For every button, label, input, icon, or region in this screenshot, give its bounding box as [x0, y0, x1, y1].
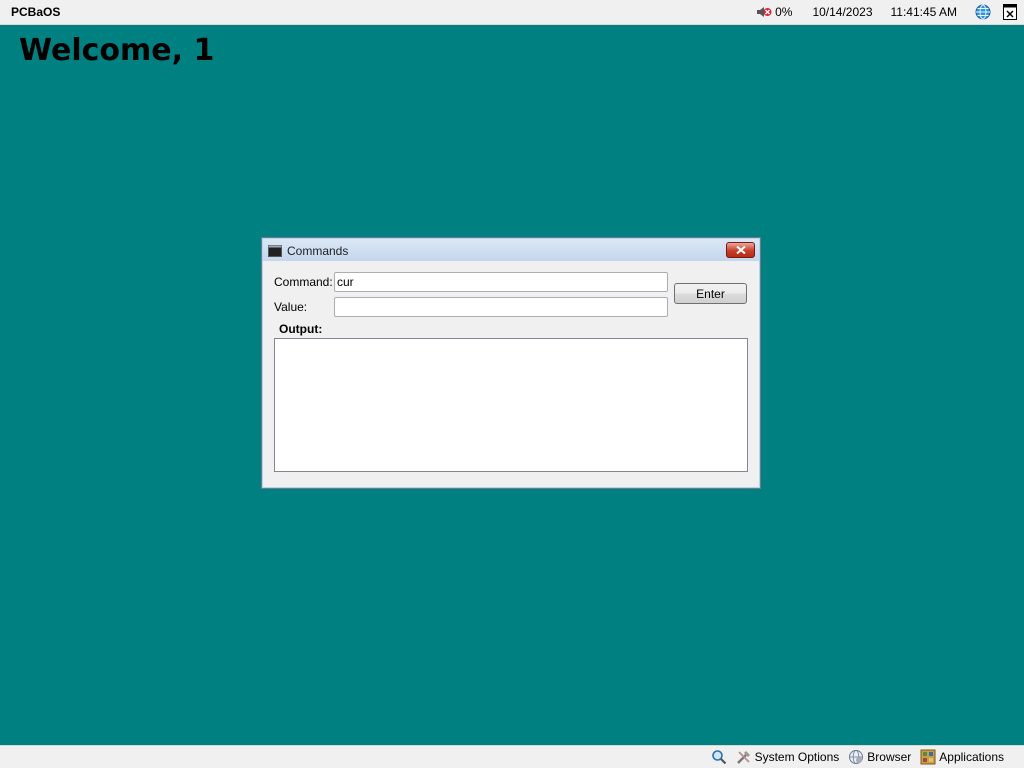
command-input[interactable] — [334, 272, 668, 292]
close-icon — [735, 246, 746, 254]
output-label: Output: — [279, 322, 323, 336]
applications-icon — [920, 749, 936, 765]
browser-button[interactable]: Browser — [848, 749, 911, 765]
volume-muted-icon — [757, 7, 772, 17]
applications-button[interactable]: Applications — [920, 749, 1004, 765]
bottom-taskbar: System Options Browser Applications — [0, 745, 1024, 768]
search-icon[interactable] — [711, 749, 730, 765]
system-tray: 0% 10/14/2023 11:41:45 AM — [756, 0, 1024, 24]
dialog-close-button[interactable] — [726, 242, 755, 258]
welcome-heading: Welcome, 1 — [19, 33, 215, 68]
date-display: 10/14/2023 — [812, 5, 873, 19]
enter-button[interactable]: Enter — [674, 283, 747, 304]
clock-display: 11:41:45 AM — [890, 5, 958, 19]
browser-label: Browser — [867, 750, 912, 764]
volume-indicator[interactable]: 0% — [756, 5, 792, 19]
system-options-label: System Options — [754, 750, 840, 764]
tools-icon — [736, 750, 750, 764]
volume-percent: 0% — [775, 5, 793, 19]
value-input[interactable] — [334, 297, 668, 317]
command-label: Command: — [274, 275, 333, 289]
browser-globe-icon — [849, 750, 864, 764]
commands-dialog: Commands Command: Value: Enter Output: — [261, 237, 761, 489]
dialog-titlebar[interactable]: Commands — [263, 239, 759, 261]
globe-icon[interactable] — [975, 4, 991, 20]
value-label: Value: — [274, 300, 308, 314]
os-brand: PCBaOS — [11, 5, 61, 19]
window-close-icon[interactable] — [1003, 4, 1017, 20]
terminal-icon — [268, 244, 282, 262]
applications-label: Applications — [939, 750, 1004, 764]
system-options-button[interactable]: System Options — [736, 749, 840, 765]
output-textarea[interactable] — [274, 338, 748, 472]
top-taskbar: PCBaOS 0% 10/14/2023 11:41:45 AM — [0, 0, 1024, 25]
dialog-title: Commands — [287, 244, 349, 258]
